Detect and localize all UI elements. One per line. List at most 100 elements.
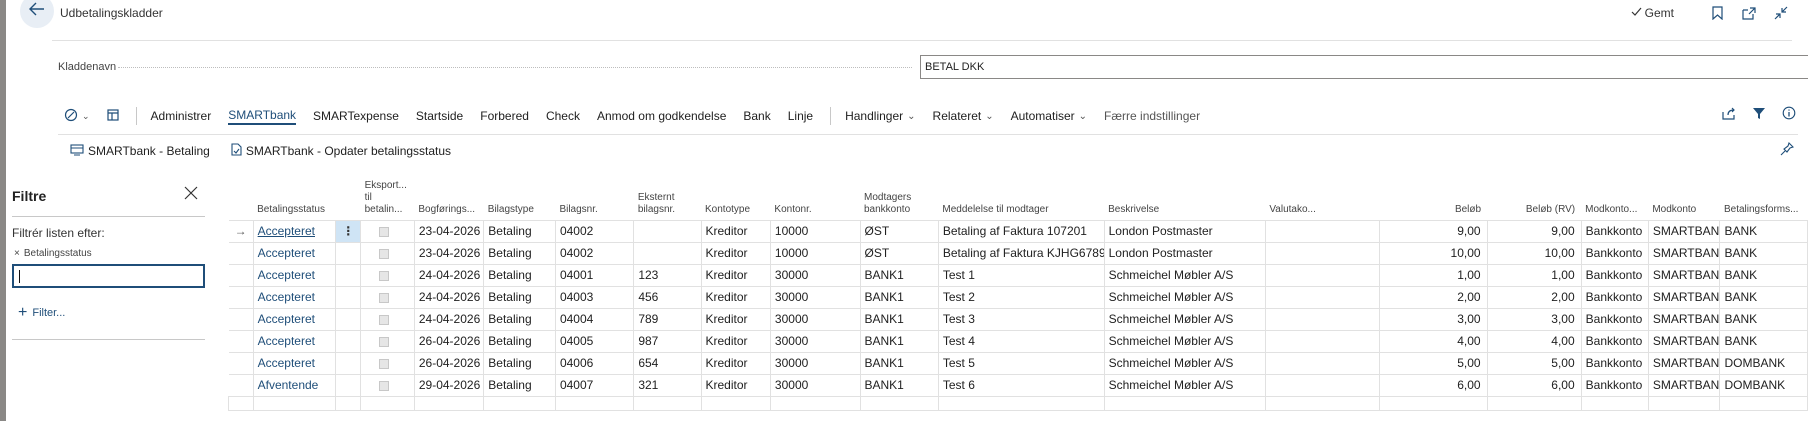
remove-filter-icon[interactable]: × — [14, 248, 20, 259]
cell-eksternt-bilagsnr[interactable]: 987 — [633, 329, 702, 353]
table-row[interactable]: Accepteret 24-04-2026 Betaling 04004 789 Kred… — [228, 307, 1808, 331]
cell-betalingsform[interactable]: BANK — [1719, 307, 1808, 331]
cell-meddelelse[interactable]: Betaling af Faktura 107201 — [937, 219, 1105, 243]
cell-beskrivelse[interactable]: London Postmaster — [1103, 241, 1266, 265]
cell-modtagers-bankkonto[interactable]: BANK1 — [859, 351, 939, 375]
cell-betalingsform[interactable]: BANK — [1719, 285, 1808, 309]
cell-beskrivelse[interactable]: Schmeichel Møbler A/S — [1103, 373, 1266, 397]
cell-betalingsform[interactable]: BANK — [1719, 219, 1808, 243]
cell-bilagstype[interactable]: Betaling — [483, 241, 556, 265]
cell-eksternt-bilagsnr[interactable]: 789 — [633, 307, 702, 331]
export-checkbox[interactable] — [379, 270, 390, 281]
cell-kontotype[interactable]: Kreditor — [700, 351, 771, 375]
cell-belob[interactable]: 3,00 — [1379, 307, 1488, 331]
cell-modkonto[interactable]: SMARTBANK1 — [1647, 263, 1721, 287]
row-selector[interactable] — [228, 329, 254, 353]
close-icon[interactable] — [184, 186, 198, 205]
cell-modtagers-bankkonto[interactable]: BANK1 — [859, 307, 939, 331]
empty-cell[interactable] — [1486, 395, 1582, 411]
cell-modtagers-bankkonto[interactable]: BANK1 — [859, 329, 939, 353]
cell-modkonto[interactable]: SMARTBANK1 — [1647, 285, 1721, 309]
cell-meddelelse[interactable]: Test 4 — [937, 329, 1105, 353]
cell-modkontotype[interactable]: Bankkonto — [1580, 329, 1649, 353]
cell-bilagsnr[interactable]: 04002 — [554, 219, 635, 243]
cell-kontonr[interactable]: 30000 — [769, 307, 861, 331]
cell-betalingsstatus[interactable]: Accepteret — [252, 263, 337, 287]
row-actions-cell[interactable] — [335, 241, 362, 265]
cell-kontotype[interactable]: Kreditor — [700, 307, 771, 331]
cell-bogforingsdato[interactable]: 23-04-2026 — [413, 241, 485, 265]
cell-eksternt-bilagsnr[interactable] — [633, 241, 702, 265]
bookmark-icon[interactable] — [1708, 5, 1726, 21]
action-check[interactable]: Check — [546, 109, 580, 123]
cell-betalingsstatus[interactable]: Accepteret — [252, 219, 337, 243]
cell-bilagstype[interactable]: Betaling — [483, 329, 556, 353]
cell-beskrivelse[interactable]: Schmeichel Møbler A/S — [1103, 329, 1266, 353]
empty-cell[interactable] — [554, 395, 635, 411]
row-actions-cell[interactable] — [335, 329, 362, 353]
cell-betalingsstatus[interactable]: Afventende — [252, 373, 337, 397]
col-bogforingsdato[interactable]: Bogførings... — [414, 178, 483, 220]
cell-modtagers-bankkonto[interactable]: BANK1 — [859, 263, 939, 287]
cell-bogforingsdato[interactable]: 29-04-2026 — [413, 373, 485, 397]
cell-bogforingsdato[interactable]: 24-04-2026 — [413, 263, 485, 287]
cell-modkonto[interactable]: SMARTBANK1 — [1647, 329, 1721, 353]
row-actions-cell[interactable] — [335, 373, 362, 397]
table-row[interactable]: Accepteret 23-04-2026 Betaling 04002 Kredito… — [228, 241, 1808, 265]
empty-cell[interactable] — [700, 395, 771, 411]
pin-icon[interactable] — [1780, 141, 1795, 159]
row-selector[interactable] — [228, 351, 254, 375]
cell-valutakode[interactable] — [1264, 329, 1381, 353]
cell-kontotype[interactable]: Kreditor — [700, 373, 771, 397]
cell-valutakode[interactable] — [1264, 219, 1381, 243]
col-valutakode[interactable]: Valutako... — [1265, 178, 1379, 220]
cell-bogforingsdato[interactable]: 23-04-2026 — [413, 219, 485, 243]
cell-kontonr[interactable]: 10000 — [769, 219, 861, 243]
cell-belob-rv[interactable]: 1,00 — [1486, 263, 1582, 287]
col-modtagers-bankkonto[interactable]: Modtagers bankkonto — [860, 178, 938, 220]
row-actions-cell[interactable] — [335, 351, 362, 375]
cell-valutakode[interactable] — [1264, 373, 1381, 397]
cell-belob[interactable]: 1,00 — [1379, 263, 1488, 287]
empty-cell[interactable] — [1103, 395, 1266, 411]
cell-modtagers-bankkonto[interactable]: ØST — [859, 241, 939, 265]
cell-bilagsnr[interactable]: 04004 — [554, 307, 635, 331]
cell-belob[interactable]: 2,00 — [1379, 285, 1488, 309]
export-checkbox[interactable] — [379, 292, 390, 303]
empty-cell[interactable] — [633, 395, 702, 411]
col-beskrivelse[interactable]: Beskrivelse — [1104, 178, 1265, 220]
col-eksport[interactable]: Eksport... til betalin... — [361, 178, 415, 220]
batch-name-input[interactable]: BETAL DKK ··· — [920, 55, 1808, 79]
export-checkbox[interactable] — [379, 380, 390, 391]
cell-modkonto[interactable]: SMARTBANK1 — [1647, 351, 1721, 375]
col-modkonto[interactable]: Modkonto — [1648, 178, 1720, 220]
cell-valutakode[interactable] — [1264, 285, 1381, 309]
cell-valutakode[interactable] — [1264, 263, 1381, 287]
col-kontonr[interactable]: Kontonr. — [770, 178, 860, 220]
cell-bogforingsdato[interactable]: 26-04-2026 — [413, 351, 485, 375]
cell-modkontotype[interactable]: Bankkonto — [1580, 351, 1649, 375]
filter-icon[interactable] — [1752, 107, 1766, 123]
info-icon[interactable] — [1782, 106, 1796, 123]
cell-belob-rv[interactable]: 5,00 — [1486, 351, 1582, 375]
col-betalingsform[interactable]: Betalingsforms... — [1720, 178, 1808, 220]
cell-eksternt-bilagsnr[interactable]: 321 — [633, 373, 702, 397]
add-filter-button[interactable]: + Filter... — [18, 304, 65, 322]
cell-betalingsform[interactable]: BANK — [1719, 329, 1808, 353]
cell-modkonto[interactable]: SMARTBANK1 — [1647, 307, 1721, 331]
cell-bogforingsdato[interactable]: 24-04-2026 — [413, 307, 485, 331]
cell-belob-rv[interactable]: 10,00 — [1486, 241, 1582, 265]
cell-modtagers-bankkonto[interactable]: BANK1 — [859, 373, 939, 397]
cell-modkontotype[interactable]: Bankkonto — [1580, 219, 1649, 243]
cell-bilagsnr[interactable]: 04006 — [554, 351, 635, 375]
cell-eksternt-bilagsnr[interactable] — [633, 219, 702, 243]
edit-mode-icon[interactable] — [64, 108, 78, 125]
action-linje[interactable]: Linje — [788, 109, 813, 123]
cell-modkontotype[interactable]: Bankkonto — [1580, 241, 1649, 265]
export-checkbox[interactable] — [379, 358, 390, 369]
cell-betalingsform[interactable]: BANK — [1719, 241, 1808, 265]
cell-beskrivelse[interactable]: London Postmaster — [1103, 219, 1266, 243]
cell-betalingsform[interactable]: DOMBANK — [1719, 373, 1808, 397]
menu-relateret[interactable]: Relateret ⌄ — [933, 109, 994, 123]
cell-beskrivelse[interactable]: Schmeichel Møbler A/S — [1103, 263, 1266, 287]
